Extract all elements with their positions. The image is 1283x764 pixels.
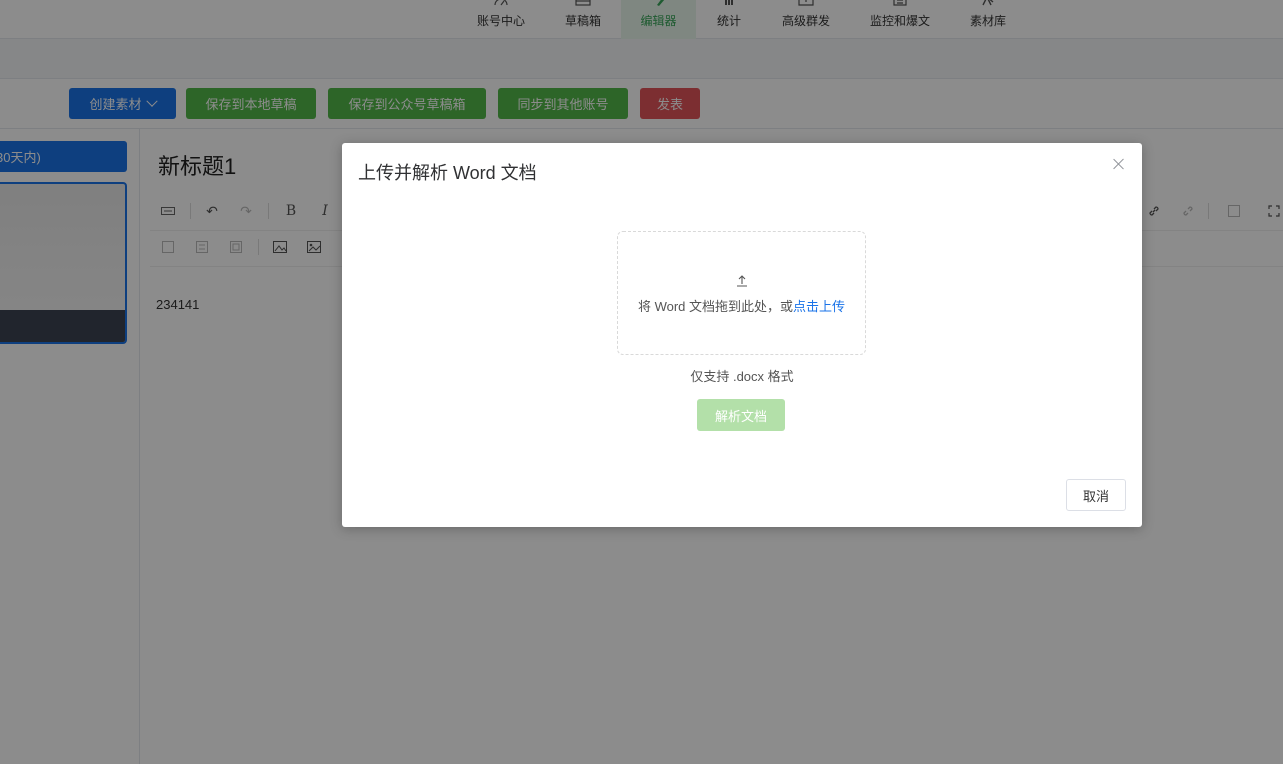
parse-document-button[interactable]: 解析文档 [697, 399, 785, 431]
cancel-button[interactable]: 取消 [1066, 479, 1126, 511]
dropzone-hint: 将 Word 文档拖到此处，或 [637, 299, 794, 314]
format-tip: 仅支持 .docx 格式 [690, 369, 794, 384]
upload-icon [737, 275, 747, 287]
dropzone-text: 将 Word 文档拖到此处，或点击上传 [618, 296, 865, 315]
click-upload-link[interactable]: 点击上传 [793, 299, 845, 314]
close-icon[interactable] [1112, 157, 1126, 171]
upload-word-dialog: 上传并解析 Word 文档 将 Word 文档拖到此处，或点击上传 仅支持 .d… [342, 143, 1142, 527]
dialog-title: 上传并解析 Word 文档 [358, 163, 537, 183]
upload-dropzone[interactable]: 将 Word 文档拖到此处，或点击上传 [617, 231, 866, 355]
